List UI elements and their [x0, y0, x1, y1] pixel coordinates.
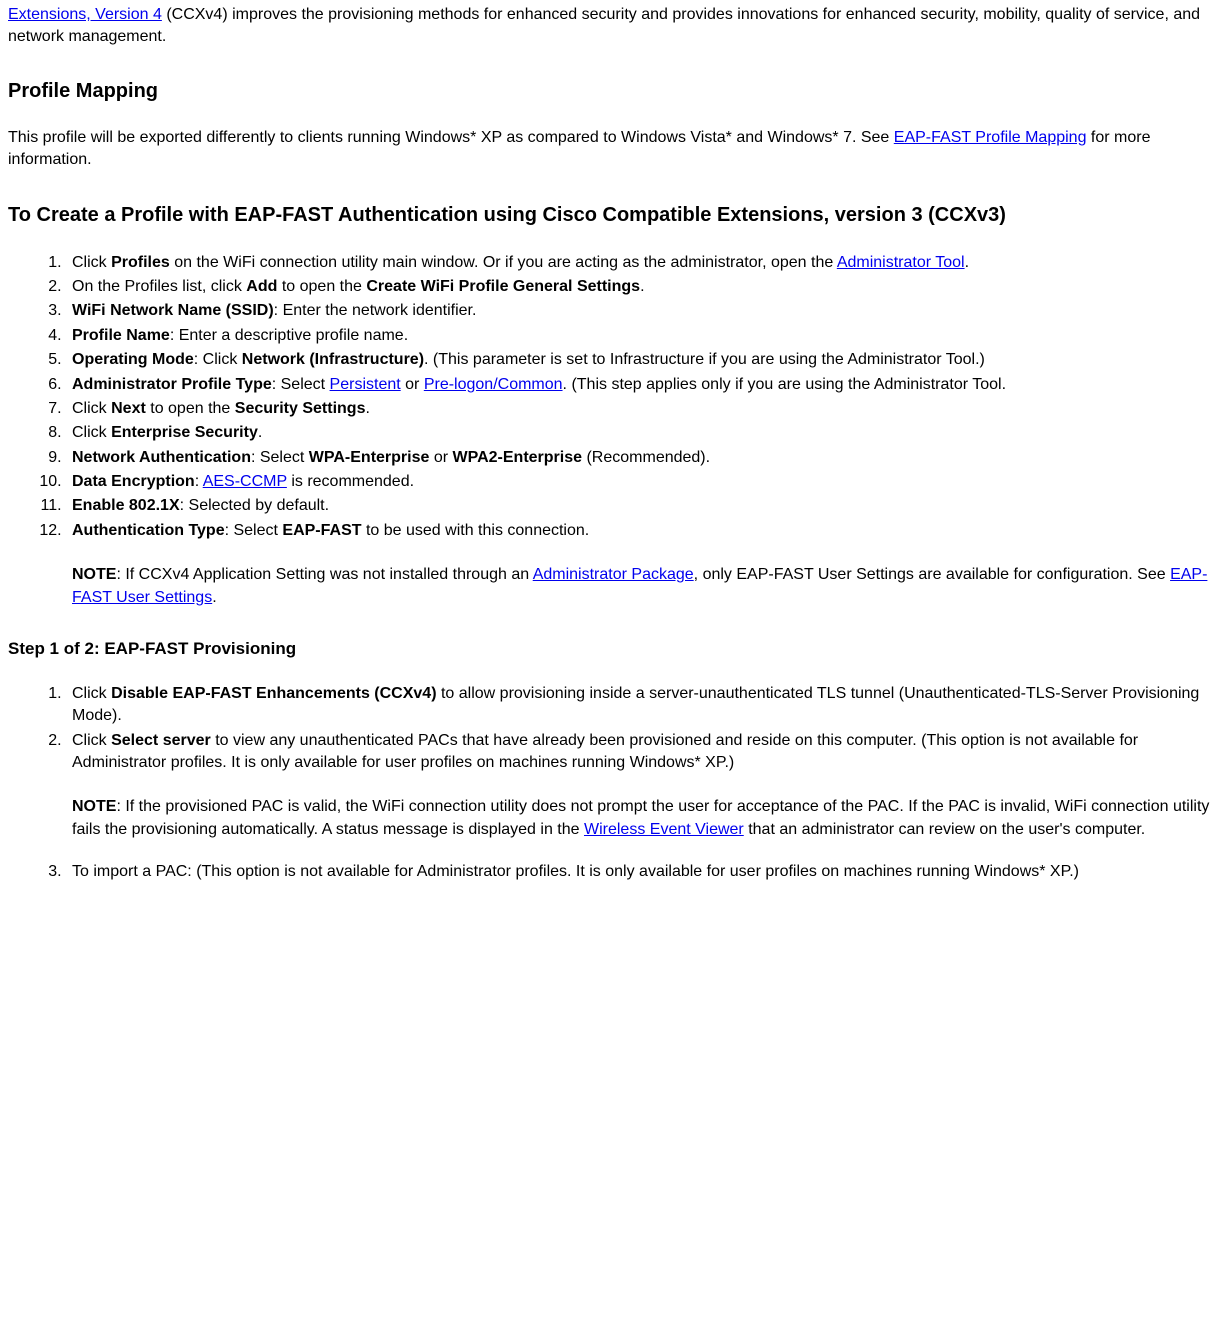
- list-item: Operating Mode: Click Network (Infrastru…: [66, 349, 1216, 371]
- pm-text-before: This profile will be exported differentl…: [8, 129, 894, 146]
- list-item: Administrator Profile Type: Select Persi…: [66, 374, 1216, 396]
- profile-mapping-heading: Profile Mapping: [8, 77, 1216, 105]
- administrator-tool-link[interactable]: Administrator Tool: [837, 254, 965, 271]
- administrator-package-link[interactable]: Administrator Package: [533, 566, 694, 583]
- wireless-event-viewer-link[interactable]: Wireless Event Viewer: [584, 821, 744, 838]
- list-item: Enable 802.1X: Selected by default.: [66, 495, 1216, 517]
- list-item: Profile Name: Enter a descriptive profil…: [66, 325, 1216, 347]
- list-item: Click Profiles on the WiFi connection ut…: [66, 252, 1216, 274]
- list-item: Network Authentication: Select WPA-Enter…: [66, 447, 1216, 469]
- eap-fast-profile-mapping-link[interactable]: EAP-FAST Profile Mapping: [894, 129, 1087, 146]
- list-item: Click Select server to view any unauthen…: [66, 730, 1216, 842]
- list-item: Click Disable EAP-FAST Enhancements (CCX…: [66, 683, 1216, 728]
- note-label: NOTE: [72, 798, 116, 815]
- aes-ccmp-link[interactable]: AES-CCMP: [203, 473, 287, 490]
- intro-text: (CCXv4) improves the provisioning method…: [8, 6, 1200, 45]
- create-profile-heading: To Create a Profile with EAP-FAST Authen…: [8, 200, 1216, 230]
- list-item: Data Encryption: AES-CCMP is recommended…: [66, 471, 1216, 493]
- create-profile-list: Click Profiles on the WiFi connection ut…: [8, 252, 1216, 609]
- step1-heading: Step 1 of 2: EAP-FAST Provisioning: [8, 637, 1216, 661]
- extensions-v4-link[interactable]: Extensions, Version 4: [8, 6, 162, 23]
- list-item: To import a PAC: (This option is not ava…: [66, 861, 1216, 883]
- step1-list: Click Disable EAP-FAST Enhancements (CCX…: [8, 683, 1216, 884]
- list-item: Click Next to open the Security Settings…: [66, 398, 1216, 420]
- list-item: Click Enterprise Security.: [66, 422, 1216, 444]
- intro-paragraph: Extensions, Version 4 (CCXv4) improves t…: [8, 4, 1216, 49]
- note-block: NOTE: If CCXv4 Application Setting was n…: [72, 564, 1216, 609]
- list-item: Authentication Type: Select EAP-FAST to …: [66, 520, 1216, 609]
- note-label: NOTE: [72, 566, 116, 583]
- prelogon-common-link[interactable]: Pre-logon/Common: [424, 376, 563, 393]
- list-item: WiFi Network Name (SSID): Enter the netw…: [66, 300, 1216, 322]
- list-item: On the Profiles list, click Add to open …: [66, 276, 1216, 298]
- persistent-link[interactable]: Persistent: [330, 376, 401, 393]
- profile-mapping-paragraph: This profile will be exported differentl…: [8, 127, 1216, 172]
- note-block: NOTE: If the provisioned PAC is valid, t…: [72, 796, 1216, 841]
